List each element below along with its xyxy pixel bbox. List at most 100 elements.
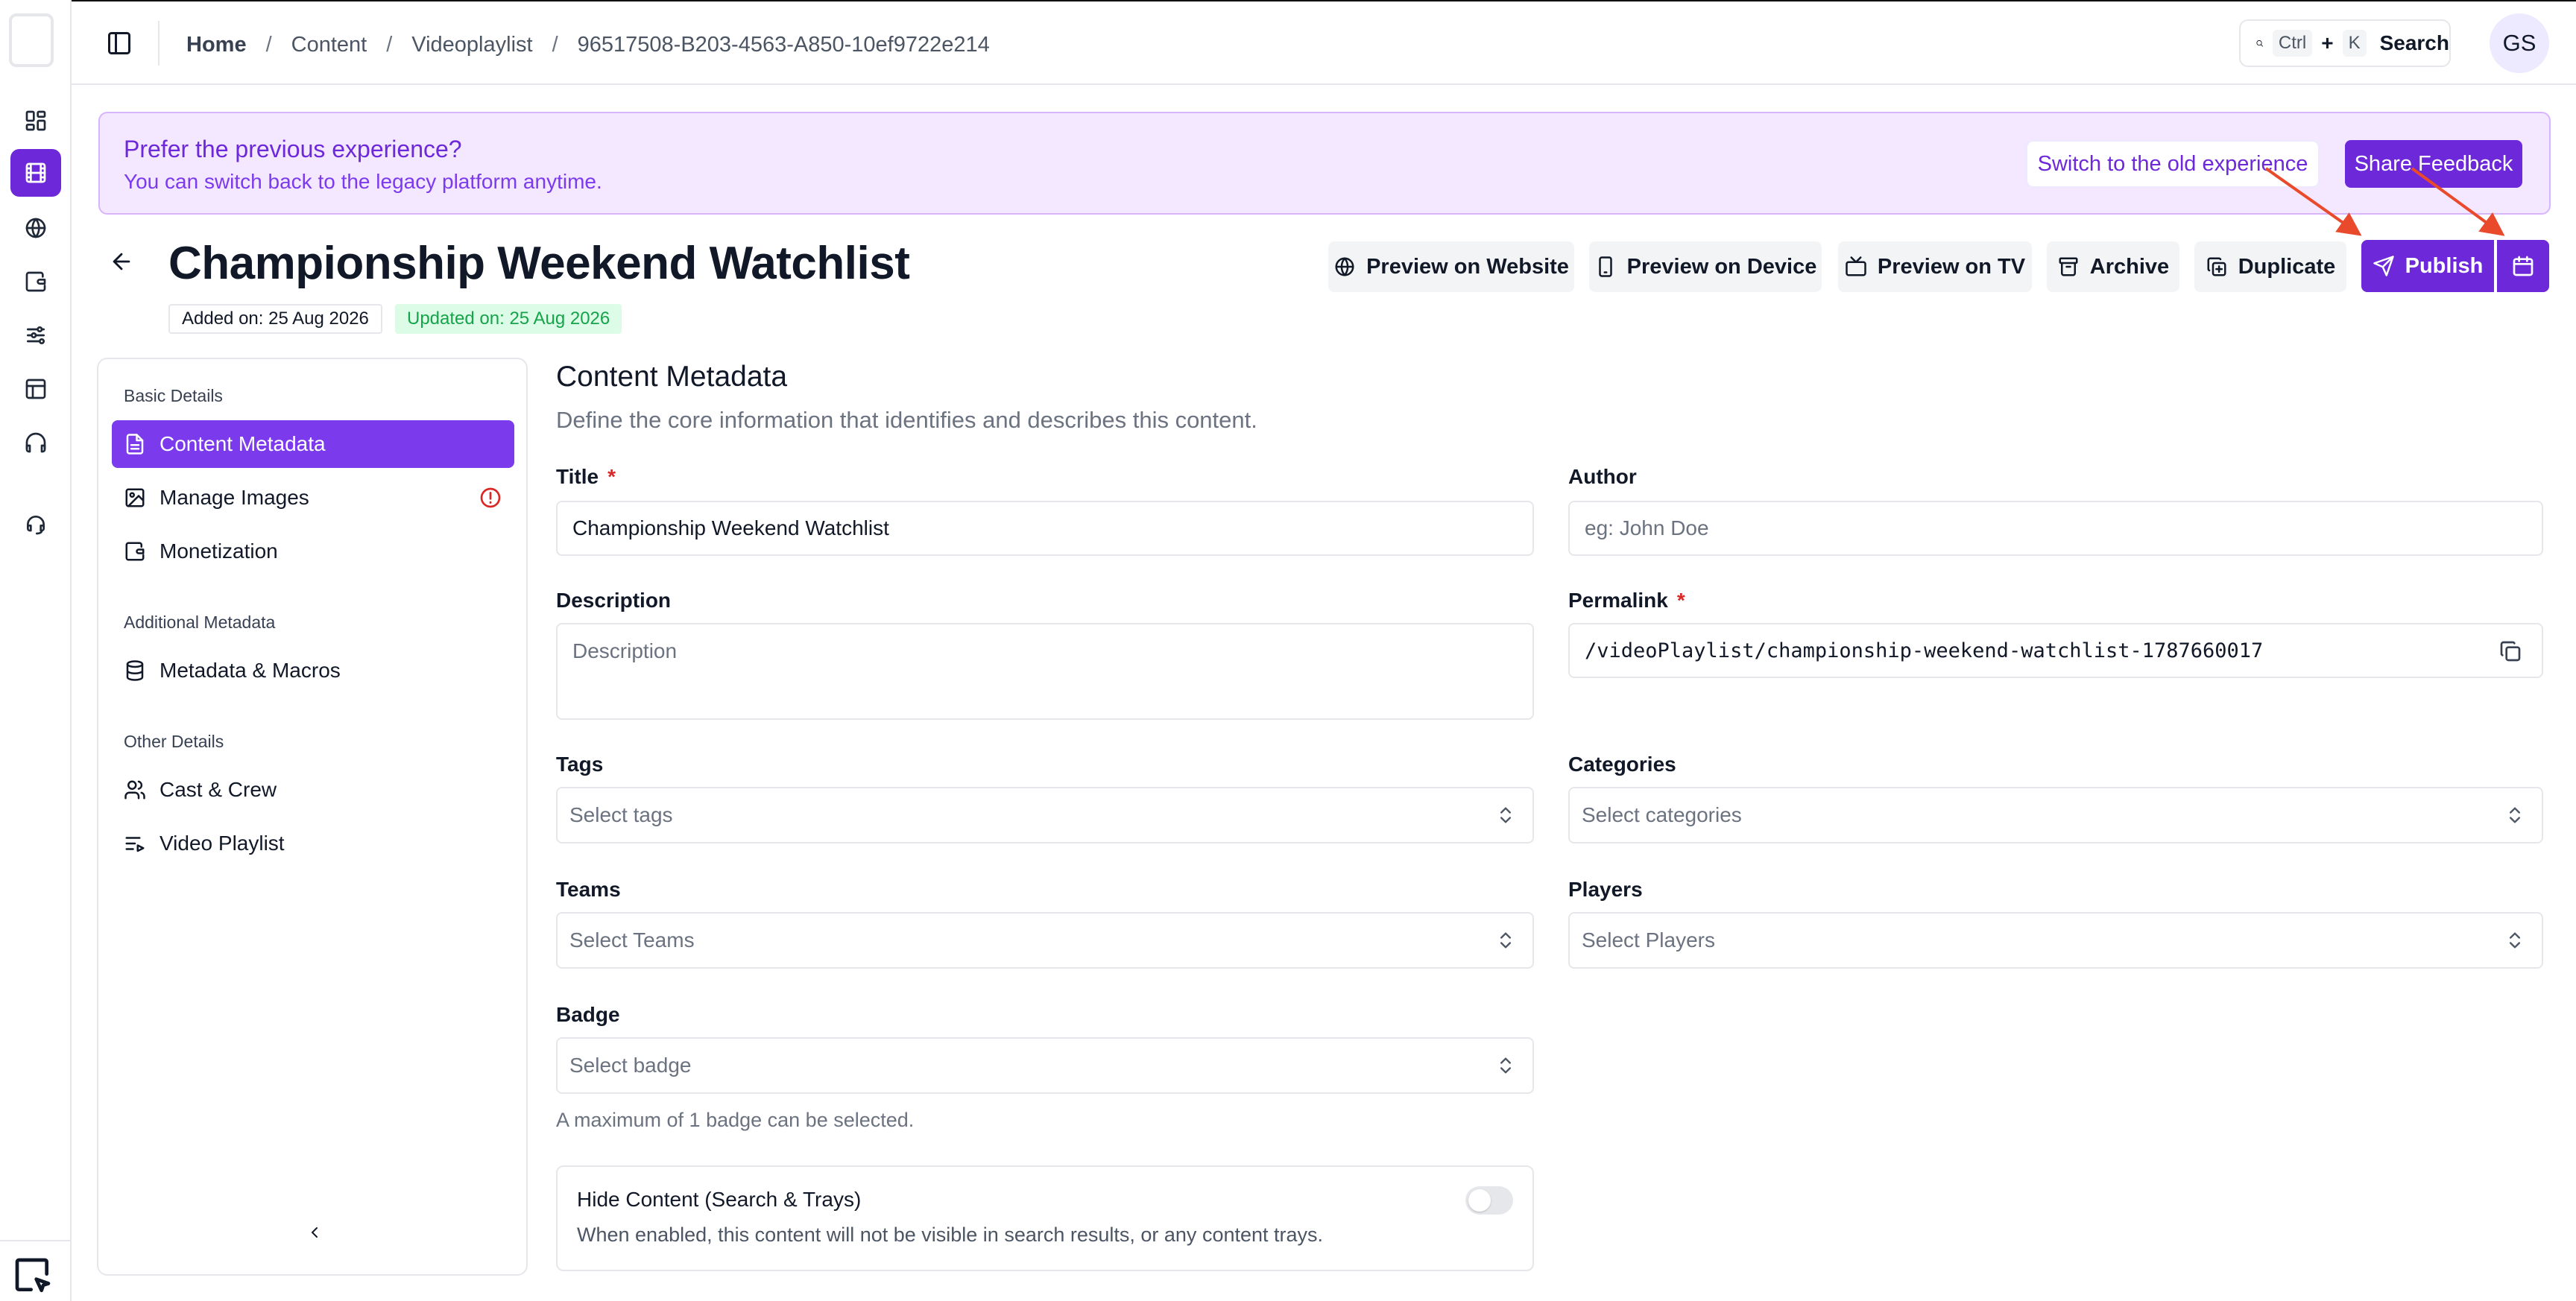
rail-dashboard-button[interactable] (10, 97, 61, 145)
breadcrumb-home[interactable]: Home (186, 33, 247, 57)
nav-item-monetization[interactable]: Monetization (112, 528, 514, 575)
author-input[interactable]: eg: John Doe (1568, 501, 2543, 556)
sliders-icon (27, 326, 45, 344)
banner-title: Prefer the previous experience? (124, 136, 462, 162)
publish-label: Publish (2405, 253, 2484, 278)
title-label: Title * (556, 465, 616, 489)
players-label: Players (1568, 878, 1643, 901)
badge-select[interactable]: Select badge (556, 1037, 1534, 1094)
nav-item-cast-crew[interactable]: Cast & Crew (112, 766, 514, 814)
back-button[interactable] (109, 249, 134, 274)
share-feedback-button[interactable]: Share Feedback (2345, 140, 2522, 188)
rail-help-button[interactable] (10, 501, 61, 548)
tags-select[interactable]: Select tags (556, 787, 1534, 843)
wallet-icon (25, 271, 46, 292)
schedule-publish-button[interactable] (2497, 240, 2549, 292)
list-video-icon (125, 837, 145, 852)
breadcrumb-content[interactable]: Content (291, 33, 367, 57)
badge-label: Badge (556, 1003, 620, 1026)
copy-plus-icon (2207, 257, 2226, 276)
copy-icon[interactable] (2498, 639, 2522, 663)
badge-placeholder: Select badge (569, 1054, 692, 1077)
author-label: Author (1568, 465, 1637, 488)
search-button[interactable]: Ctrl + K Search (2239, 19, 2451, 67)
teams-label: Teams (556, 878, 621, 901)
globe-icon (25, 218, 46, 238)
preview-website-button[interactable]: Preview on Website (1328, 241, 1574, 292)
database-icon (126, 660, 144, 681)
rail-content-button[interactable] (10, 149, 61, 197)
description-textarea[interactable]: Description (556, 623, 1534, 720)
preview-website-label: Preview on Website (1366, 254, 1569, 279)
preview-device-button[interactable]: Preview on Device (1589, 241, 1822, 292)
hide-content-toggle[interactable] (1465, 1186, 1513, 1215)
file-text-icon (126, 434, 144, 455)
nav-item-label: Cast & Crew (160, 778, 277, 801)
hide-content-description: When enabled, this content will not be v… (577, 1224, 1324, 1246)
nav-item-label: Content Metadata (160, 432, 326, 455)
toggle-knob (1468, 1189, 1491, 1212)
chevron-up-down-icon (1500, 1057, 1511, 1074)
film-icon (25, 162, 46, 183)
categories-placeholder: Select categories (1582, 803, 1742, 826)
smartphone-icon (1598, 256, 1612, 277)
preview-tv-button[interactable]: Preview on TV (1838, 241, 2032, 292)
page-title: Championship Weekend Watchlist (168, 238, 910, 289)
nav-item-label: Video Playlist (160, 832, 285, 855)
chevron-left-icon (312, 1227, 318, 1238)
permalink-input[interactable]: /videoPlaylist/championship-weekend-watc… (1568, 623, 2543, 678)
legacy-experience-banner: Prefer the previous experience? You can … (98, 112, 2551, 215)
players-select[interactable]: Select Players (1568, 912, 2543, 969)
teams-select[interactable]: Select Teams (556, 912, 1534, 969)
rail-website-button[interactable] (10, 204, 61, 252)
updated-on-badge: Updated on: 25 Aug 2026 (395, 304, 622, 334)
preview-tv-label: Preview on TV (1877, 254, 2026, 279)
required-marker: * (607, 465, 616, 488)
breadcrumb-videoplaylist[interactable]: Videoplaylist (411, 33, 532, 57)
breadcrumb-separator: / (386, 32, 393, 57)
banner-subtitle: You can switch back to the legacy platfo… (124, 170, 602, 193)
title-label-text: Title (556, 465, 599, 488)
archive-icon (2059, 257, 2078, 276)
badge-hint: A maximum of 1 badge can be selected. (556, 1109, 915, 1131)
permalink-value: /videoPlaylist/championship-weekend-watc… (1585, 639, 2264, 662)
chevron-up-down-icon (2510, 932, 2520, 949)
duplicate-label: Duplicate (2238, 254, 2336, 279)
switch-old-experience-button[interactable]: Switch to the old experience (2026, 140, 2320, 188)
categories-select[interactable]: Select categories (1568, 787, 2543, 843)
chevron-up-down-icon (1500, 932, 1511, 949)
description-label: Description (556, 589, 672, 612)
title-input[interactable]: Championship Weekend Watchlist (556, 501, 1534, 556)
rail-monetization-button[interactable] (10, 258, 61, 306)
user-avatar[interactable]: GS (2490, 13, 2549, 73)
publish-button[interactable]: Publish (2361, 240, 2494, 292)
rail-settings-button[interactable] (10, 311, 61, 359)
nav-group-title: Other Details (124, 732, 224, 751)
sidebar-toggle-button[interactable] (106, 30, 133, 57)
preview-device-label: Preview on Device (1626, 254, 1817, 279)
chevron-up-down-icon (2510, 807, 2520, 823)
shortcut-k-key: K (2342, 30, 2367, 57)
wallet-icon (125, 542, 145, 561)
collapse-nav-button[interactable] (306, 1224, 323, 1246)
shortcut-plus: + (2321, 31, 2334, 54)
nav-item-content-metadata[interactable]: Content Metadata (112, 420, 514, 468)
nav-item-manage-images[interactable]: Manage Images (112, 474, 514, 522)
tags-label: Tags (556, 753, 604, 776)
search-icon (2256, 39, 2263, 47)
breadcrumb-separator: / (552, 32, 558, 57)
permalink-label: Permalink * (1568, 589, 1685, 612)
screen-select-icon[interactable] (12, 1255, 54, 1297)
nav-item-label: Manage Images (160, 486, 309, 509)
nav-item-metadata-macros[interactable]: Metadata & Macros (112, 647, 514, 694)
section-title: Content Metadata (556, 361, 788, 393)
app-logo (9, 13, 54, 67)
players-placeholder: Select Players (1582, 928, 1715, 952)
duplicate-button[interactable]: Duplicate (2194, 241, 2346, 292)
arrow-left-icon (113, 253, 130, 270)
nav-item-video-playlist[interactable]: Video Playlist (112, 820, 514, 867)
rail-support-button[interactable] (10, 419, 61, 466)
rail-layout-button[interactable] (10, 365, 61, 413)
search-label: Search (2379, 31, 2449, 54)
archive-button[interactable]: Archive (2047, 241, 2179, 292)
